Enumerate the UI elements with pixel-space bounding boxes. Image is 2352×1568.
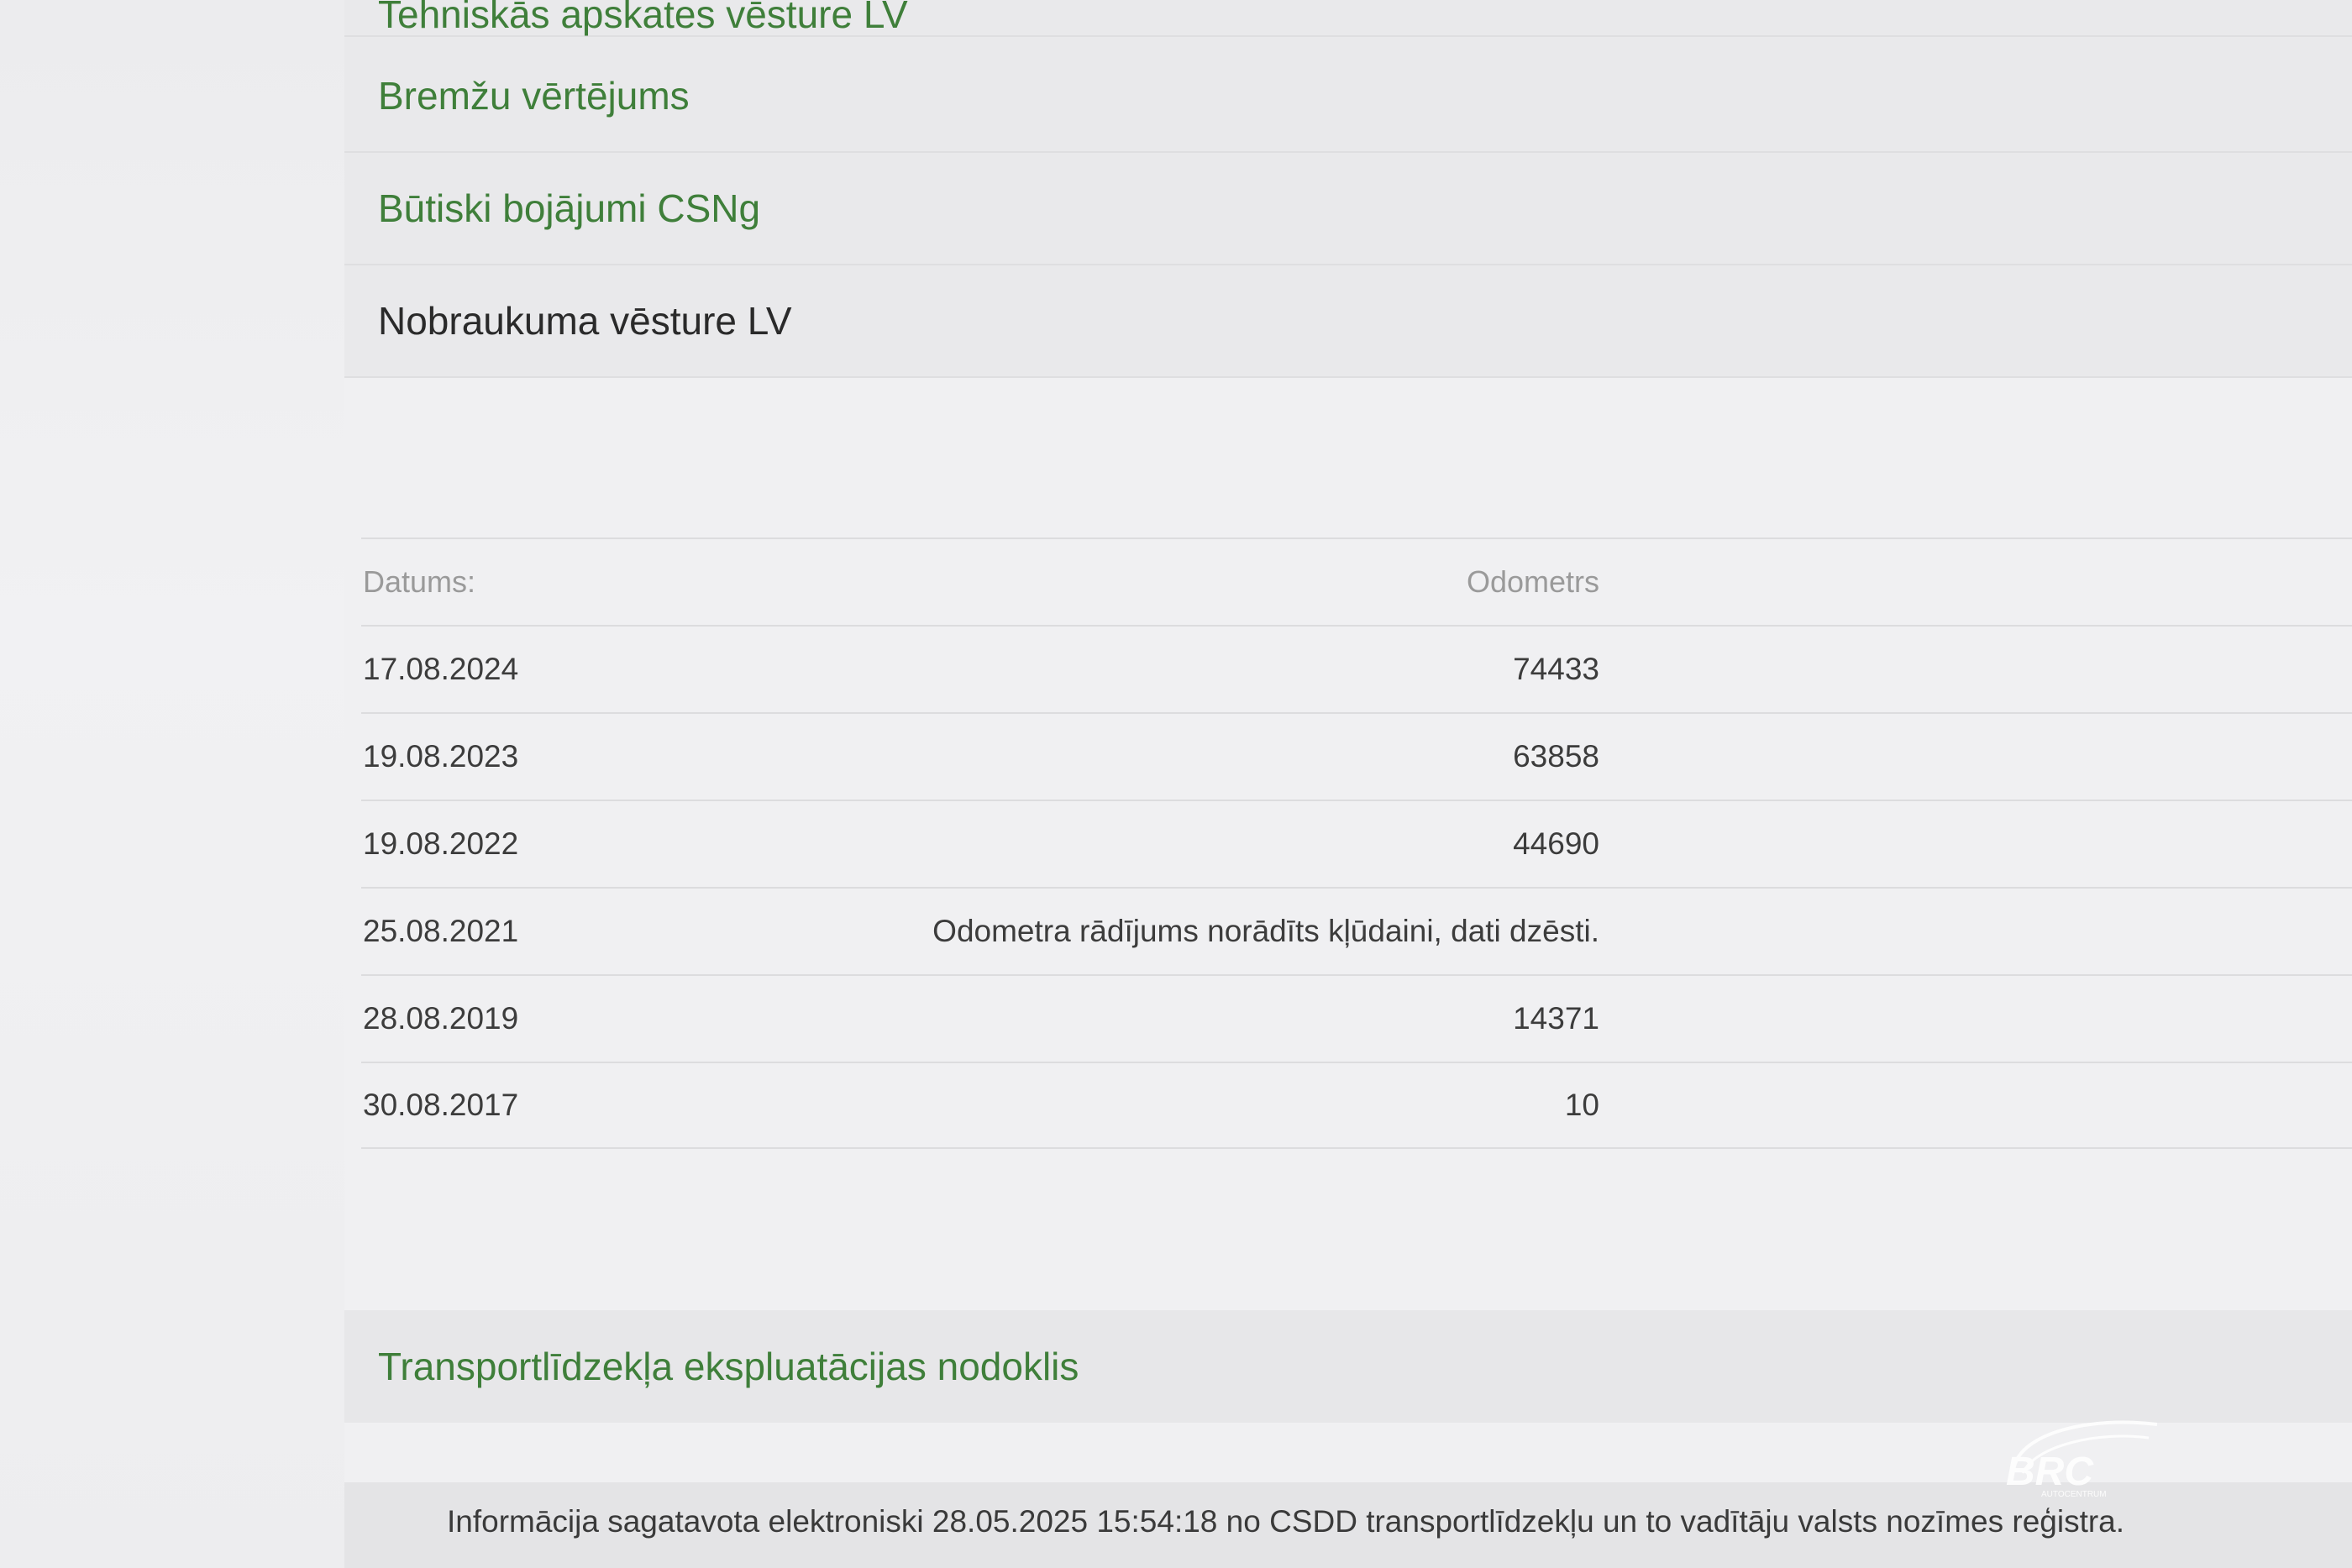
menu-item-inspection-history[interactable]: Tehniskās apskates vēsture LV xyxy=(344,0,2352,37)
section-menu: Tehniskās apskates vēsture LV Bremžu vēr… xyxy=(344,0,2352,378)
row-date: 19.08.2023 xyxy=(363,739,519,774)
table-row: 25.08.2021 Odometra rādījums norādīts kļ… xyxy=(361,887,2352,974)
table-row: 28.08.2019 14371 xyxy=(361,974,2352,1062)
menu-item-label: Būtiski bojājumi CSNg xyxy=(378,186,761,230)
table-row: 30.08.2017 10 xyxy=(361,1062,2352,1149)
row-date: 17.08.2024 xyxy=(363,652,519,686)
table-row: 17.08.2024 74433 xyxy=(361,625,2352,712)
menu-item-label: Bremžu vērtējums xyxy=(378,74,690,118)
footer-text: Informācija sagatavota elektroniski 28.0… xyxy=(447,1503,2125,1539)
menu-item-mileage-history[interactable]: Nobraukuma vēsture LV xyxy=(344,265,2352,378)
menu-item-label: Tehniskās apskates vēsture LV xyxy=(378,0,908,36)
row-date: 28.08.2019 xyxy=(363,1001,519,1036)
column-header-date: Datums: xyxy=(363,564,476,599)
column-header-odometer: Odometrs xyxy=(1466,564,1599,599)
row-date: 25.08.2021 xyxy=(363,914,519,948)
row-odometer: 10 xyxy=(1564,1088,1599,1122)
menu-item-brake-rating[interactable]: Bremžu vērtējums xyxy=(344,40,2352,153)
brc-logo-watermark: BRC AUTOCENTRUM xyxy=(2006,1420,2158,1499)
table-header-row: Datums: Odometrs xyxy=(361,538,2352,625)
logo-brand-text: BRC xyxy=(2006,1450,2094,1494)
odometer-table: Datums: Odometrs 17.08.2024 74433 19.08.… xyxy=(361,538,2352,1149)
row-odometer: 63858 xyxy=(1513,739,1599,774)
row-odometer: Odometra rādījums norādīts kļūdaini, dat… xyxy=(932,914,1599,948)
row-date: 19.08.2022 xyxy=(363,826,519,861)
logo-sub-text: AUTOCENTRUM xyxy=(2041,1490,2107,1499)
table-row: 19.08.2023 63858 xyxy=(361,712,2352,800)
row-odometer: 44690 xyxy=(1513,826,1599,861)
table-row: 19.08.2022 44690 xyxy=(361,800,2352,887)
row-date: 30.08.2017 xyxy=(363,1088,519,1122)
menu-item-vehicle-tax[interactable]: Transportlīdzekļa ekspluatācijas nodokli… xyxy=(344,1310,2352,1423)
menu-item-label: Nobraukuma vēsture LV xyxy=(378,299,792,343)
row-odometer: 74433 xyxy=(1513,652,1599,686)
row-odometer: 14371 xyxy=(1513,1001,1599,1036)
menu-item-significant-damage[interactable]: Būtiski bojājumi CSNg xyxy=(344,153,2352,265)
menu-item-label: Transportlīdzekļa ekspluatācijas nodokli… xyxy=(378,1345,1079,1388)
